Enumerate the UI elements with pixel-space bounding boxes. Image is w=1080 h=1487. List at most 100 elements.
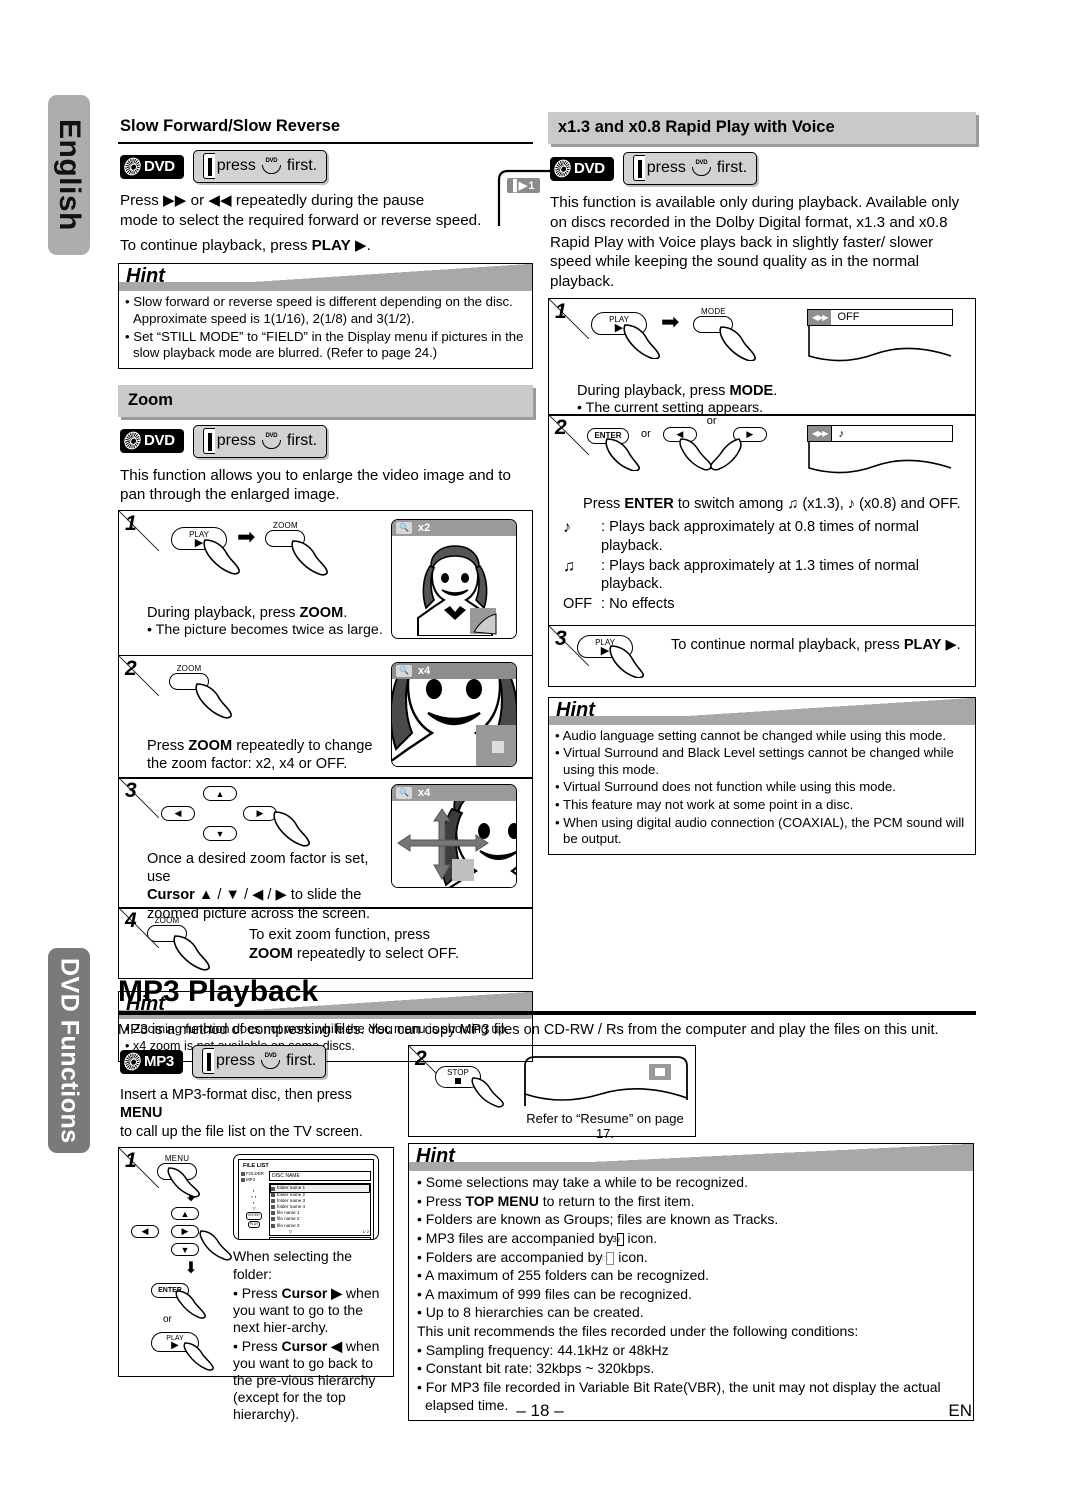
press-dvd-first-row-zoom: DVD press DVD first.	[120, 424, 533, 458]
file-list-page: 1/ 2	[362, 1228, 369, 1234]
file-list-title: FILE LIST	[243, 1163, 269, 1170]
hint-item: • Slow forward or reverse speed is diffe…	[125, 294, 513, 327]
slow-paragraph-1: Press ▶▶ or ◀◀ repeatedly during the pau…	[120, 192, 425, 209]
zoom-heading: Zoom	[118, 384, 533, 417]
press-first-bubble: press DVD first.	[191, 1045, 327, 1078]
hint-item-text: Virtual Surround does not function while…	[563, 779, 896, 795]
rapid-def-row: ♫ : Plays back approximately at 1.3 time…	[563, 557, 969, 593]
hint-item: • When using digital audio connection (C…	[555, 814, 965, 847]
display-bar: ◀▶▶ ♪	[807, 425, 953, 443]
page-number: – 18 –	[516, 1401, 564, 1420]
hint-title-zoom: Hint	[126, 993, 165, 1016]
mp3-step1-heading: When selecting the folder:	[233, 1248, 353, 1282]
zoom-step1-line: During playback, press ZOOM.	[147, 605, 348, 622]
hand-icon	[605, 438, 640, 472]
first-label: first.	[286, 1052, 317, 1069]
down-arrow-icon: ⬇	[184, 1260, 198, 1278]
hint-item: This unit recommends the files recorded …	[417, 1323, 965, 1341]
disc-icon	[122, 429, 143, 453]
front-panel-display-1: ◀▶▶ OFF	[807, 303, 957, 418]
dvd-key-icon: DVD	[261, 1053, 281, 1069]
dvd-disc-badge: DVD	[550, 156, 614, 181]
mp3-step-2: 2 STOP Refer to “Resume” on page 17.	[408, 1045, 696, 1141]
side-tab-english: English	[48, 95, 90, 255]
zoom-step-4: 4 ZOOM To exit zoom function, press ZOOM…	[118, 907, 533, 980]
zoom-button-label: ZOOM	[154, 916, 180, 926]
hint-item-text: Virtual Surround and Black Level setting…	[563, 745, 954, 777]
dvd-key-label: DVD	[265, 158, 278, 164]
legend-folder: FOLDER	[241, 1171, 267, 1176]
press-dvd-first-row-rapid: DVD press DVD first.	[550, 152, 976, 185]
zoom-step4-line-b: ZOOM repeatedly to select OFF.	[249, 945, 460, 962]
hint-header-zoom: Hint	[119, 992, 532, 1020]
rapid-intro: This function is available only during p…	[550, 194, 960, 290]
cursor-down-button-icon: ▼	[171, 1243, 199, 1257]
hint-box-slow: Hint • Slow forward or reverse speed is …	[118, 263, 533, 369]
press-label: press	[216, 431, 256, 449]
status-badge-play1: ▌▶ 1	[507, 178, 541, 193]
hint-item-text: Folders are known as Groups; files are k…	[425, 1211, 779, 1228]
rapid-def-symbol: ♪	[563, 519, 571, 537]
rapid-def-text: : Plays back approximately at 0.8 times …	[601, 519, 919, 554]
disc-icon	[122, 154, 143, 178]
unit-body-outline	[808, 325, 952, 362]
hand-icon	[678, 438, 742, 471]
hint-item-text: Set “STILL MODE” to “FIELD” in the Displ…	[133, 328, 524, 361]
finger-icon	[202, 153, 215, 179]
cursor-up-button-icon: ▲	[171, 1207, 199, 1221]
hand-icon	[471, 1077, 504, 1108]
press-first-bubble: press DVD first.	[622, 152, 758, 185]
tv-screen-x4-a: 🔍 x4	[391, 661, 517, 767]
osd-bar: 🔍 x4	[392, 662, 516, 679]
zoom-step1-bullet: • The picture becomes twice as large.	[147, 622, 383, 639]
mp3-playback-section: MP3 Playback MP3 is a method of compress…	[118, 975, 976, 1422]
legend-mp3: MP3	[241, 1177, 267, 1182]
folder-icon: □	[602, 1251, 615, 1265]
hand-icon	[203, 538, 240, 575]
mp3-step1-bullet-1: • Press Cursor ▶ when you want to go to …	[233, 1284, 380, 1335]
slow-forward-heading: Slow Forward/Slow Reverse	[118, 112, 533, 144]
first-label: first.	[286, 431, 318, 449]
hint-item: • Press TOP MENU to return to the first …	[417, 1192, 695, 1209]
press-label: press	[216, 157, 256, 174]
hint-item-text: A maximum of 999 files can be recognized…	[425, 1285, 692, 1302]
hint-item: • Folders are accompanied by □ icon.	[417, 1248, 648, 1265]
hint-item-text: Constant bit rate: 32kbps ~ 320kbps.	[425, 1360, 655, 1377]
hint-item: • Set “STILL MODE” to “FIELD” in the Dis…	[125, 328, 524, 361]
mp3-disc-badge: MP3	[120, 1049, 183, 1074]
side-tab-english-label: English	[53, 119, 86, 231]
hand-icon	[173, 935, 210, 972]
press-dvd-first-row-mp3: MP3 press DVD first.	[120, 1045, 394, 1078]
disc-icon	[122, 1049, 143, 1073]
hint-item: • Virtual Surround does not function whi…	[555, 779, 896, 795]
disc-icon	[552, 156, 573, 180]
slow-continue-pre: To continue playback, press	[120, 237, 312, 255]
press-first-bubble: press DVD first.	[192, 150, 328, 183]
hand-icon	[609, 644, 644, 678]
slow-continue-post: ▶.	[350, 237, 371, 255]
dvd-key-icon: DVD	[261, 432, 281, 449]
or-label-2: or	[706, 415, 717, 428]
rapid-step-2: 2 ENTER or or ◀ ▶ ◀▶▶ ♪ Press ENTER to s…	[548, 414, 976, 627]
rapid-def-text: : No effects	[601, 596, 675, 613]
dvd-key-label: DVD	[264, 1053, 277, 1059]
press-dvd-first-row-slow: DVD press DVD first.	[120, 150, 533, 183]
hint-item: • Up to 8 hierarchies can be created.	[417, 1304, 644, 1321]
dvd-disc-badge: DVD	[120, 429, 184, 454]
rapid-display-icon: ◀▶▶	[808, 426, 832, 442]
side-tab-dvd-functions-label: DVD Functions	[55, 957, 84, 1144]
dvd-key-label: DVD	[265, 432, 278, 439]
zoom-step-2: 2 ZOOM Press ZOOM repeatedly to change t…	[118, 654, 533, 779]
osd-zoom-factor: x4	[417, 787, 431, 800]
rapid-step1-line: During playback, press MODE.	[577, 382, 778, 399]
dvd-disc-badge: DVD	[120, 154, 184, 179]
rapid-play-heading: x1.3 and x0.8 Rapid Play with Voice	[548, 112, 976, 144]
hint-list-mp3: • Some selections may take a while to be…	[409, 1171, 973, 1420]
hint-item-text: Slow forward or reverse speed is differe…	[133, 294, 513, 327]
side-tab-dvd-functions: DVD Functions	[48, 948, 90, 1153]
hint-box-mp3: Hint • Some selections may take a while …	[408, 1143, 974, 1422]
tv-screen-resume: Refer to “Resume” on page 17.	[521, 1050, 689, 1141]
rapid-def-symbol: OFF	[563, 596, 593, 613]
step-number: 2	[125, 656, 137, 680]
file-list-nav-icons: ◐ ◐ ◐ ◐ ▽ ENTER PLAY	[241, 1188, 267, 1228]
